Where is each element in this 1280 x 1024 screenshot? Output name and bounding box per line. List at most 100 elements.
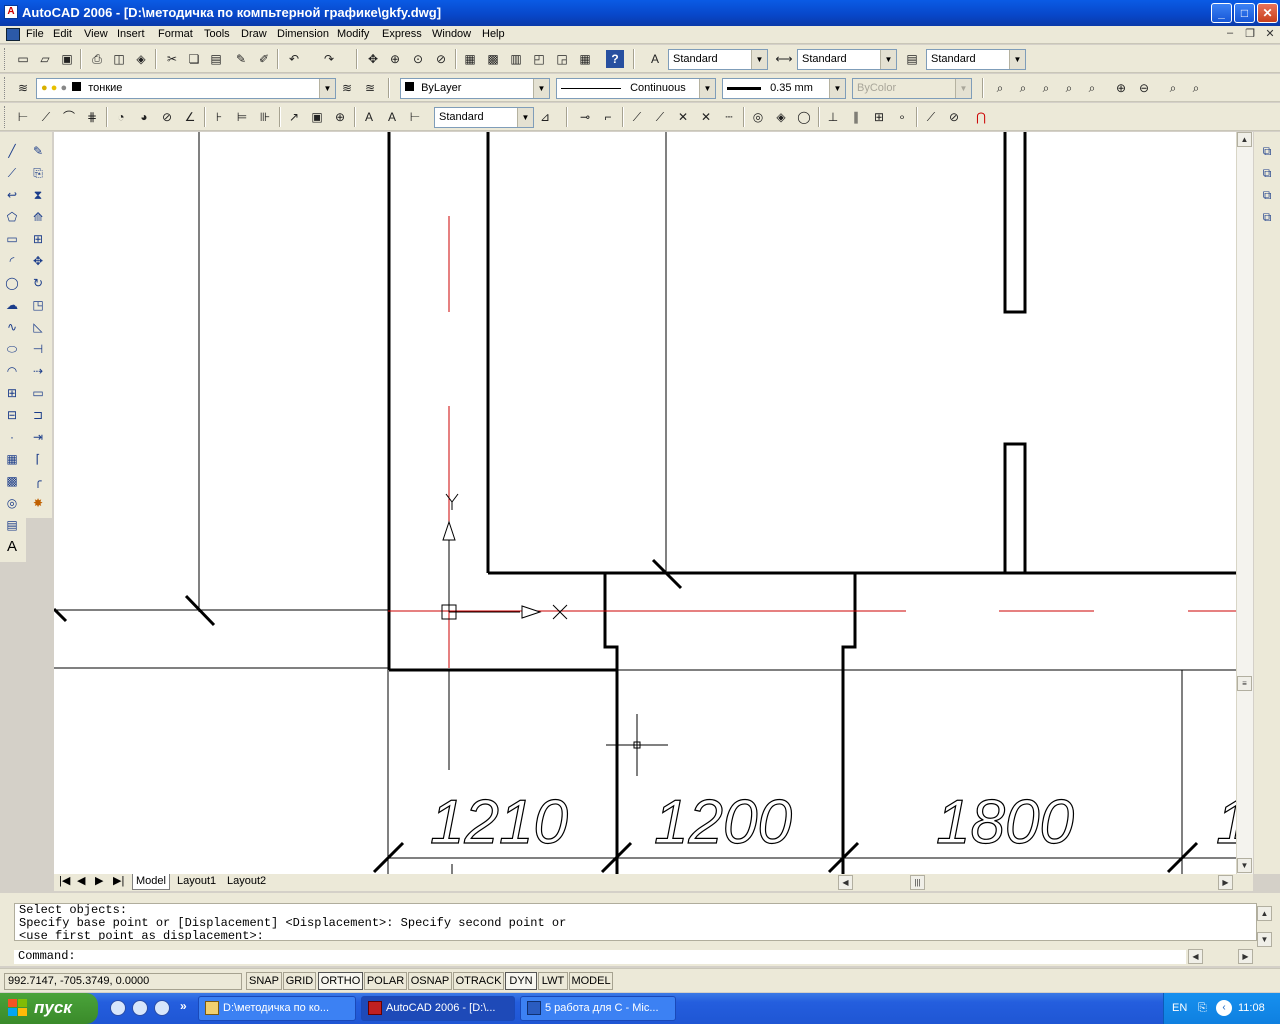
send-to-back-icon[interactable]: ⧉ <box>1258 164 1276 182</box>
media-player-icon[interactable] <box>154 1000 170 1016</box>
rectangle-icon[interactable]: ▭ <box>3 230 21 248</box>
leader-icon[interactable]: ↗ <box>285 108 303 126</box>
cmd-scroll-right-icon[interactable]: ▶ <box>1238 949 1253 964</box>
menu-edit[interactable]: Edit <box>53 28 72 40</box>
tool-palettes-icon[interactable]: ▥ <box>507 50 525 68</box>
snap-perpendicular-icon[interactable]: ⊥ <box>824 108 842 126</box>
toolbar-grip[interactable] <box>4 77 7 99</box>
coordinate-readout[interactable]: 992.7147, -705.3749, 0.0000 <box>4 973 242 990</box>
snap-center-icon[interactable]: ◎ <box>749 108 767 126</box>
chevron-down-icon[interactable]: ▼ <box>880 50 896 69</box>
network-icon[interactable]: ⎘ <box>1198 1002 1207 1015</box>
ordinate-dimension-icon[interactable]: ⋕ <box>83 108 101 126</box>
offset-icon[interactable]: ⟰ <box>29 208 47 226</box>
language-indicator[interactable]: EN <box>1172 1002 1187 1014</box>
snap-parallel-icon[interactable]: ∥ <box>847 108 865 126</box>
calculator-icon[interactable]: ▦ <box>576 50 594 68</box>
task-autocad[interactable]: AutoCAD 2006 - [D:\... <box>361 996 515 1021</box>
grid-toggle[interactable]: GRID <box>283 972 316 990</box>
doc-restore-button[interactable]: ❐ <box>1242 27 1258 42</box>
snap-extension-icon[interactable]: ┄ <box>720 108 738 126</box>
tray-arrow-icon[interactable]: ‹ <box>1216 1000 1232 1016</box>
chevron-down-icon[interactable]: ▼ <box>533 79 549 98</box>
tab-next-icon[interactable]: ▶ <box>92 874 106 890</box>
tab-first-icon[interactable]: |◀ <box>56 874 73 890</box>
text-style-icon[interactable]: A <box>646 50 664 68</box>
diameter-dimension-icon[interactable]: ⊘ <box>158 108 176 126</box>
snap-node-icon[interactable]: ∘ <box>893 108 911 126</box>
snap-midpoint-icon[interactable]: ⟋ <box>651 108 669 126</box>
block-editor-icon[interactable]: ✐ <box>255 50 273 68</box>
color-combo[interactable]: ByLayer ▼ <box>400 78 550 99</box>
zoom-in-icon[interactable]: ⊕ <box>1112 79 1130 97</box>
menu-help[interactable]: Help <box>482 28 505 40</box>
scroll-down-icon[interactable]: ▼ <box>1237 858 1252 873</box>
table-icon[interactable]: ▤ <box>3 516 21 534</box>
snap-nearest-icon[interactable]: ⟋ <box>922 108 940 126</box>
temporary-tracking-icon[interactable]: ⊸ <box>576 108 594 126</box>
continue-dimension-icon[interactable]: ⊪ <box>256 108 274 126</box>
construction-line-icon[interactable]: ⟋ <box>3 164 21 182</box>
dimension-style-icon[interactable]: ⊿ <box>536 108 554 126</box>
toolbar-grip[interactable] <box>4 106 7 128</box>
linetype-combo[interactable]: Continuous ▼ <box>556 78 716 99</box>
new-icon[interactable]: ▭ <box>14 50 32 68</box>
snap-none-icon[interactable]: ⊘ <box>945 108 963 126</box>
stretch-icon[interactable]: ◺ <box>29 318 47 336</box>
dyn-toggle[interactable]: DYN <box>505 972 537 990</box>
menu-view[interactable]: View <box>84 28 108 40</box>
zoom-extents-icon[interactable]: ⌕ <box>1187 79 1205 97</box>
snap-apparent-intersection-icon[interactable]: ✕ <box>697 108 715 126</box>
tab-layout1[interactable]: Layout1 <box>174 874 219 890</box>
copy-object-icon[interactable]: ⎘ <box>29 164 47 182</box>
dimension-edit-icon[interactable]: A <box>360 108 378 126</box>
chevron-down-icon[interactable]: ▼ <box>699 79 715 98</box>
snap-intersection-icon[interactable]: ✕ <box>674 108 692 126</box>
gradient-icon[interactable]: ▩ <box>3 472 21 490</box>
menu-draw[interactable]: Draw <box>241 28 267 40</box>
polar-toggle[interactable]: POLAR <box>364 972 407 990</box>
cmd-scroll-up-icon[interactable]: ▲ <box>1257 906 1272 921</box>
close-button[interactable]: ✕ <box>1257 3 1278 23</box>
layer-combo[interactable]: ● ● ● тонкие ▼ <box>36 78 336 99</box>
zoom-window-icon[interactable]: ⊙ <box>409 50 427 68</box>
otrack-toggle[interactable]: OTRACK <box>453 972 504 990</box>
scroll-up-icon[interactable]: ▲ <box>1237 132 1252 147</box>
menu-dimension[interactable]: Dimension <box>277 28 329 40</box>
baseline-dimension-icon[interactable]: ⊨ <box>233 108 251 126</box>
menu-modify[interactable]: Modify <box>337 28 369 40</box>
osnap-settings-icon[interactable]: ⋂ <box>972 108 990 126</box>
zoom-all-icon[interactable]: ⌕ <box>1164 79 1182 97</box>
design-center-icon[interactable]: ▩ <box>484 50 502 68</box>
horizontal-scroll-thumb[interactable]: ||| <box>910 875 925 890</box>
polygon-icon[interactable]: ⬠ <box>3 208 21 226</box>
center-mark-icon[interactable]: ⊕ <box>331 108 349 126</box>
chevron-down-icon[interactable]: ▼ <box>829 79 845 98</box>
menu-express[interactable]: Express <box>382 28 422 40</box>
sheet-set-icon[interactable]: ◰ <box>530 50 548 68</box>
zoom-dynamic-icon[interactable]: ⌕ <box>1014 79 1032 97</box>
help-icon[interactable]: ? <box>606 50 624 68</box>
start-button[interactable]: пуск <box>0 993 98 1024</box>
menu-tools[interactable]: Tools <box>204 28 230 40</box>
properties-icon[interactable]: ▦ <box>461 50 479 68</box>
menu-window[interactable]: Window <box>432 28 471 40</box>
menu-insert[interactable]: Insert <box>117 28 145 40</box>
plot-preview-icon[interactable]: ◫ <box>110 50 128 68</box>
arc-icon[interactable]: ◜ <box>3 252 21 270</box>
quick-dimension-icon[interactable]: ⊦ <box>210 108 228 126</box>
copy-icon[interactable]: ❏ <box>185 50 203 68</box>
snap-toggle[interactable]: SNAP <box>246 972 282 990</box>
lineweight-combo[interactable]: 0.35 mm ▼ <box>722 78 846 99</box>
internet-explorer-icon[interactable] <box>132 1000 148 1016</box>
doc-minimize-button[interactable]: – <box>1222 27 1238 42</box>
spline-icon[interactable]: ∿ <box>3 318 21 336</box>
break-at-point-icon[interactable]: ▭ <box>29 384 47 402</box>
tab-prev-icon[interactable]: ◀ <box>74 874 88 890</box>
cmd-scroll-down-icon[interactable]: ▼ <box>1257 932 1272 947</box>
line-icon[interactable]: ╱ <box>3 142 21 160</box>
radius-dimension-icon[interactable]: ◔ <box>112 108 130 126</box>
jogged-dimension-icon[interactable]: ◕ <box>135 108 153 126</box>
bring-to-front-icon[interactable]: ⧉ <box>1258 142 1276 160</box>
toolbar-grip[interactable] <box>4 48 7 70</box>
